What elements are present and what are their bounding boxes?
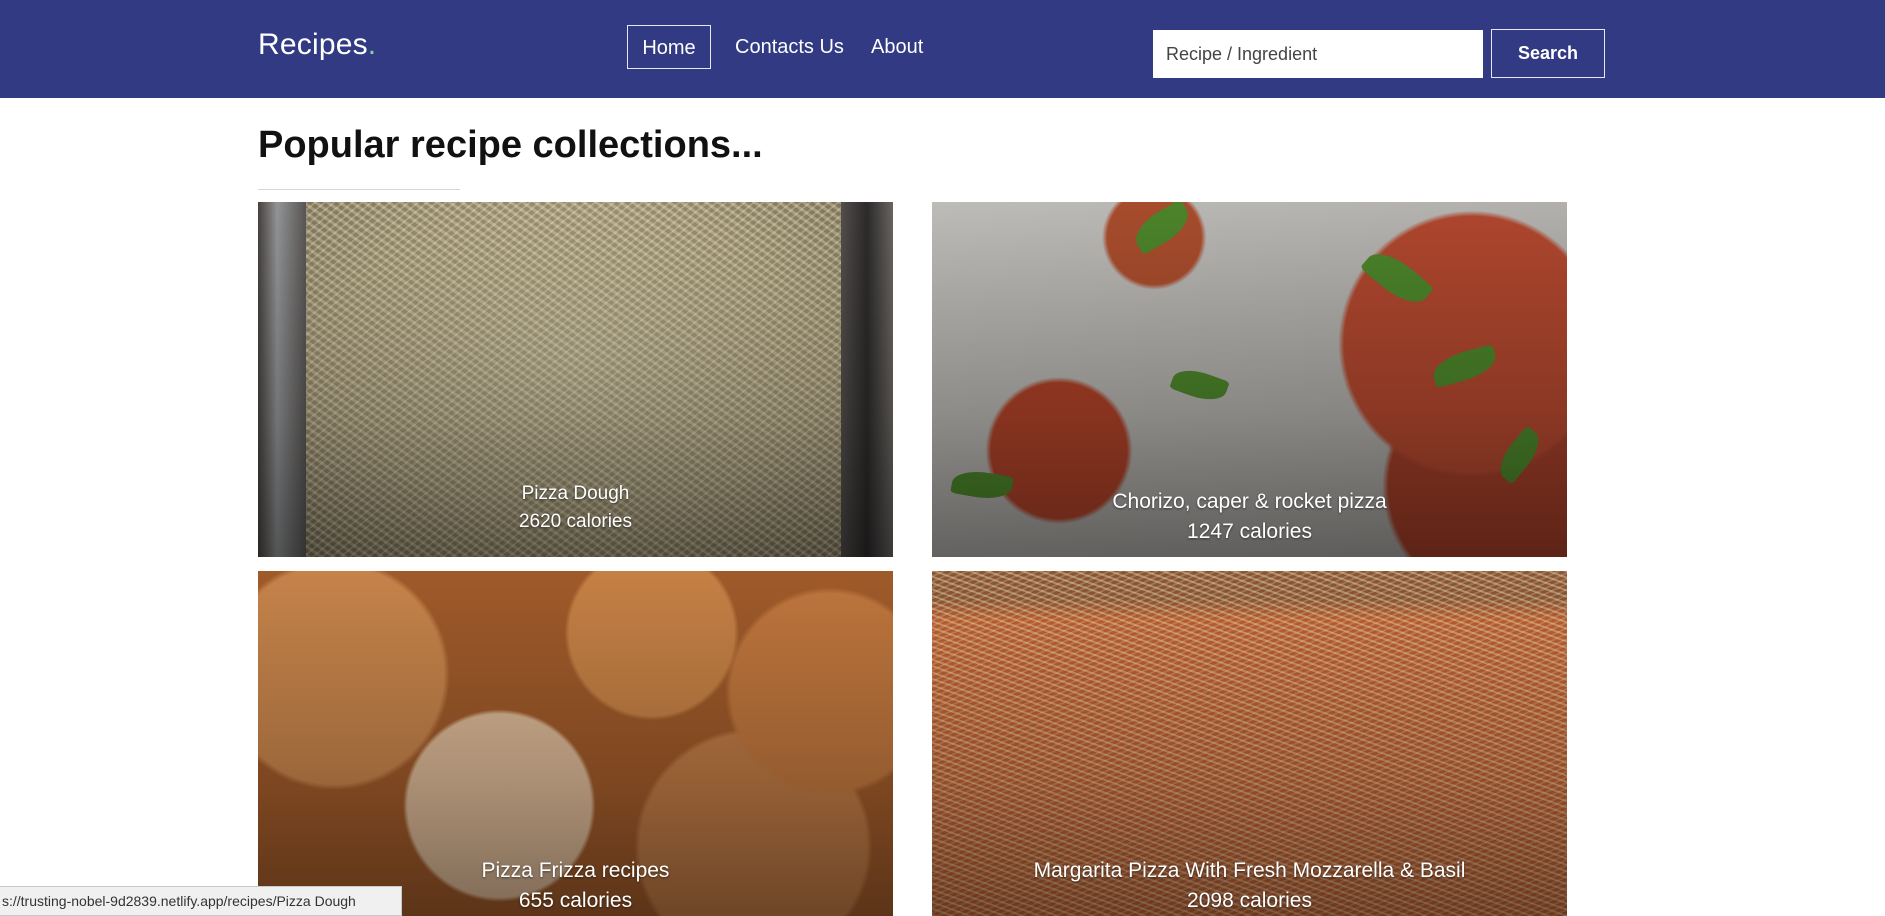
- recipe-calories: 2098 calories: [1187, 889, 1312, 912]
- recipe-card-chorizo-pizza[interactable]: Chorizo, caper & rocket pizza 1247 calor…: [932, 202, 1567, 557]
- brand-dot: .: [367, 28, 377, 61]
- recipe-name: Pizza Dough: [521, 483, 630, 504]
- recipe-calories: 1247 calories: [1187, 520, 1312, 543]
- recipe-name: Margarita Pizza With Fresh Mozzarella & …: [1033, 859, 1466, 882]
- title-divider: [258, 189, 460, 190]
- recipe-calories: 2620 calories: [518, 511, 633, 532]
- recipe-name: Pizza Frizza recipes: [481, 859, 670, 882]
- recipe-card-pizza-dough[interactable]: Pizza Dough 2620 calories: [258, 202, 893, 557]
- browser-status-bar: s://trusting-nobel-9d2839.netlify.app/re…: [0, 886, 402, 916]
- nav-link-contacts[interactable]: Contacts Us: [735, 25, 844, 69]
- recipe-card-margarita-pizza[interactable]: Margarita Pizza With Fresh Mozzarella & …: [932, 571, 1567, 916]
- top-navbar: Recipes. Home Contacts Us About Search: [0, 0, 1885, 98]
- nav-link-about[interactable]: About: [871, 25, 923, 69]
- recipe-name: Chorizo, caper & rocket pizza: [1112, 490, 1387, 513]
- brand-text: Recipes: [258, 28, 368, 61]
- brand-logo[interactable]: Recipes.: [258, 28, 376, 62]
- search-input[interactable]: [1153, 30, 1483, 78]
- card-caption: Chorizo, caper & rocket pizza 1247 calor…: [932, 487, 1567, 547]
- card-caption: Margarita Pizza With Fresh Mozzarella & …: [932, 856, 1567, 916]
- nav-link-home[interactable]: Home: [627, 25, 711, 69]
- card-caption: Pizza Dough 2620 calories: [258, 480, 893, 536]
- search-button[interactable]: Search: [1491, 29, 1605, 78]
- recipe-card-pizza-frizza[interactable]: Pizza Frizza recipes 655 calories: [258, 571, 893, 916]
- page-title: Popular recipe collections...: [258, 124, 763, 166]
